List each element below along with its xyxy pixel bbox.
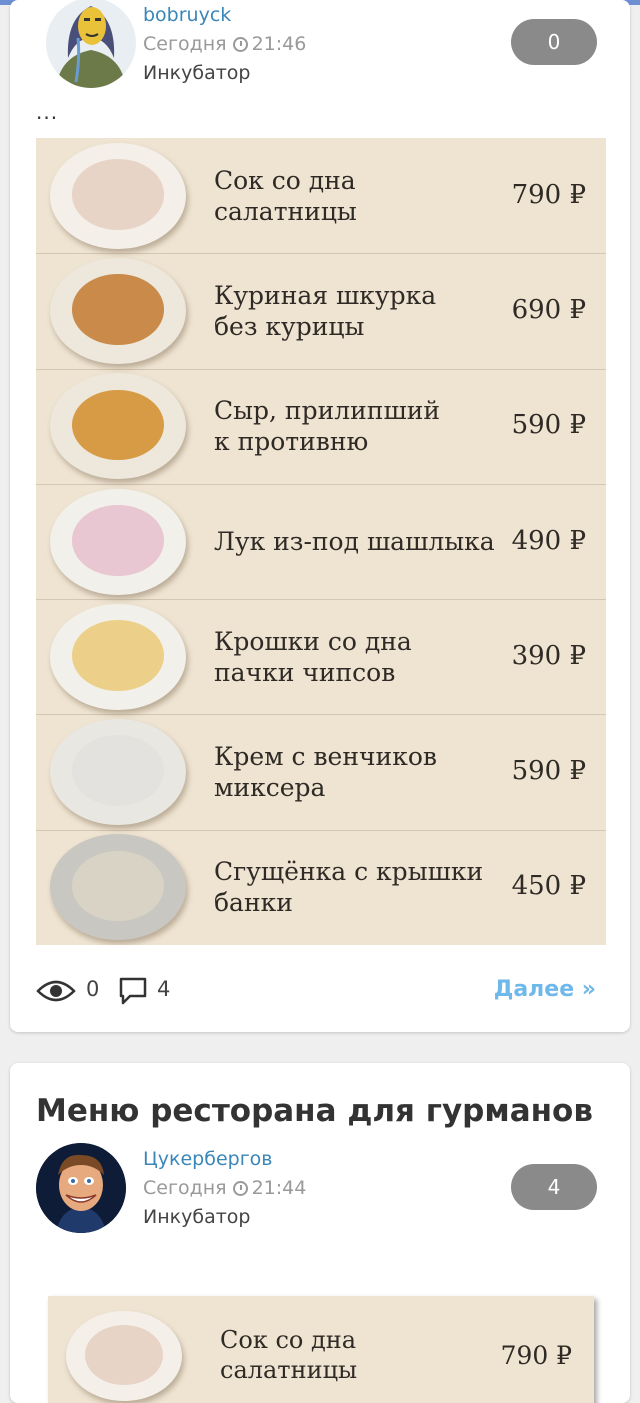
dish-photo: [50, 603, 186, 710]
dish-food: [71, 620, 165, 691]
dish-photo: [50, 834, 186, 941]
dish-name: Крошки со дна пачки чипсов: [214, 626, 412, 687]
menu-item: Сгущёнка с крышки банки 450 ₽: [36, 830, 606, 945]
clock-icon: [232, 37, 248, 52]
author-avatar[interactable]: [46, 0, 136, 88]
author-name[interactable]: Цукербергов: [143, 1148, 273, 1170]
post-section[interactable]: Инкубатор: [143, 1206, 250, 1228]
post-date: Сегодня: [143, 33, 227, 55]
caricature-avatar-icon: [36, 1143, 126, 1233]
dish-price: 390 ₽: [511, 640, 586, 671]
dish-name: Сгущёнка с крышки банки: [214, 857, 484, 918]
dish-name: Куриная шкурка без курицы: [214, 280, 437, 341]
comment-icon[interactable]: [118, 976, 148, 1006]
dish-food: [71, 158, 165, 230]
post-datetime: Сегодня 21:44: [143, 1177, 306, 1199]
dish-price: 450 ₽: [511, 871, 586, 902]
comments-count[interactable]: 4: [157, 977, 170, 1001]
post-time: 21:46: [251, 33, 307, 55]
post-excerpt: ...: [36, 100, 59, 124]
dish-food: [71, 735, 165, 807]
post-date: Сегодня: [143, 1177, 227, 1199]
post-card: Меню ресторана для гурманов Цукербергов …: [10, 1063, 630, 1403]
dish-name: Сок со дна салатницы: [220, 1326, 358, 1384]
dish-price: 490 ₽: [511, 525, 586, 556]
menu-image[interactable]: Сок со дна салатницы 790 ₽ Куриная шкурка …: [36, 138, 606, 945]
eye-icon: [36, 980, 76, 1002]
dish-price: 690 ₽: [511, 294, 586, 325]
post-card: bobruyck Сегодня 21:46 Инкубатор 0 ... Со…: [10, 0, 630, 1032]
dish-photo: [50, 142, 186, 249]
dish-price: 590 ₽: [511, 756, 586, 787]
dish-name: Лук из-под шашлыка: [214, 527, 495, 557]
dish-food: [71, 274, 165, 345]
dish-food: [84, 1324, 164, 1385]
post-section[interactable]: Инкубатор: [143, 62, 250, 84]
dish-photo: [50, 488, 186, 595]
dish-food: [71, 389, 165, 461]
menu-item: Лук из-под шашлыка 490 ₽: [36, 484, 606, 601]
dish-name: Сыр, прилипший к противню: [214, 396, 441, 457]
dish-price: 790 ₽: [500, 1340, 572, 1370]
dish-photo: [66, 1310, 182, 1402]
menu-item: Сыр, прилипший к противню 590 ₽: [36, 369, 606, 485]
rating-badge[interactable]: 4: [511, 1164, 597, 1210]
dish-photo: [50, 257, 186, 364]
dish-price: 790 ₽: [511, 179, 586, 210]
author-name[interactable]: bobruyck: [143, 4, 231, 26]
rating-badge[interactable]: 0: [511, 19, 597, 65]
hooded-character-icon: [56, 6, 126, 88]
post-time: 21:44: [251, 1177, 307, 1199]
read-more-link[interactable]: Далее »: [494, 977, 596, 1002]
dish-food: [71, 504, 165, 576]
menu-item: Крошки со дна пачки чипсов 390 ₽: [36, 599, 606, 716]
menu-item: Куриная шкурка без курицы 690 ₽: [36, 253, 606, 370]
post-datetime: Сегодня 21:46: [143, 33, 306, 55]
dish-name: Крем с венчиков миксера: [214, 742, 437, 803]
menu-item: Сок со дна салатницы 790 ₽: [36, 138, 606, 255]
menu-item: Крем с венчиков миксера 590 ₽: [36, 715, 606, 831]
menu-item: Сок со дна салатницы 790 ₽: [48, 1296, 594, 1403]
dish-photo: [50, 373, 186, 480]
menu-image[interactable]: Сок со дна салатницы 790 ₽: [48, 1296, 594, 1403]
dish-food: [71, 850, 165, 922]
author-avatar[interactable]: [36, 1143, 126, 1233]
dish-price: 590 ₽: [511, 410, 586, 441]
views-count: 0: [86, 977, 100, 1001]
dish-photo: [50, 719, 186, 826]
dish-name: Сок со дна салатницы: [214, 165, 357, 226]
post-title[interactable]: Меню ресторана для гурманов: [36, 1093, 593, 1129]
clock-icon: [232, 1181, 248, 1196]
